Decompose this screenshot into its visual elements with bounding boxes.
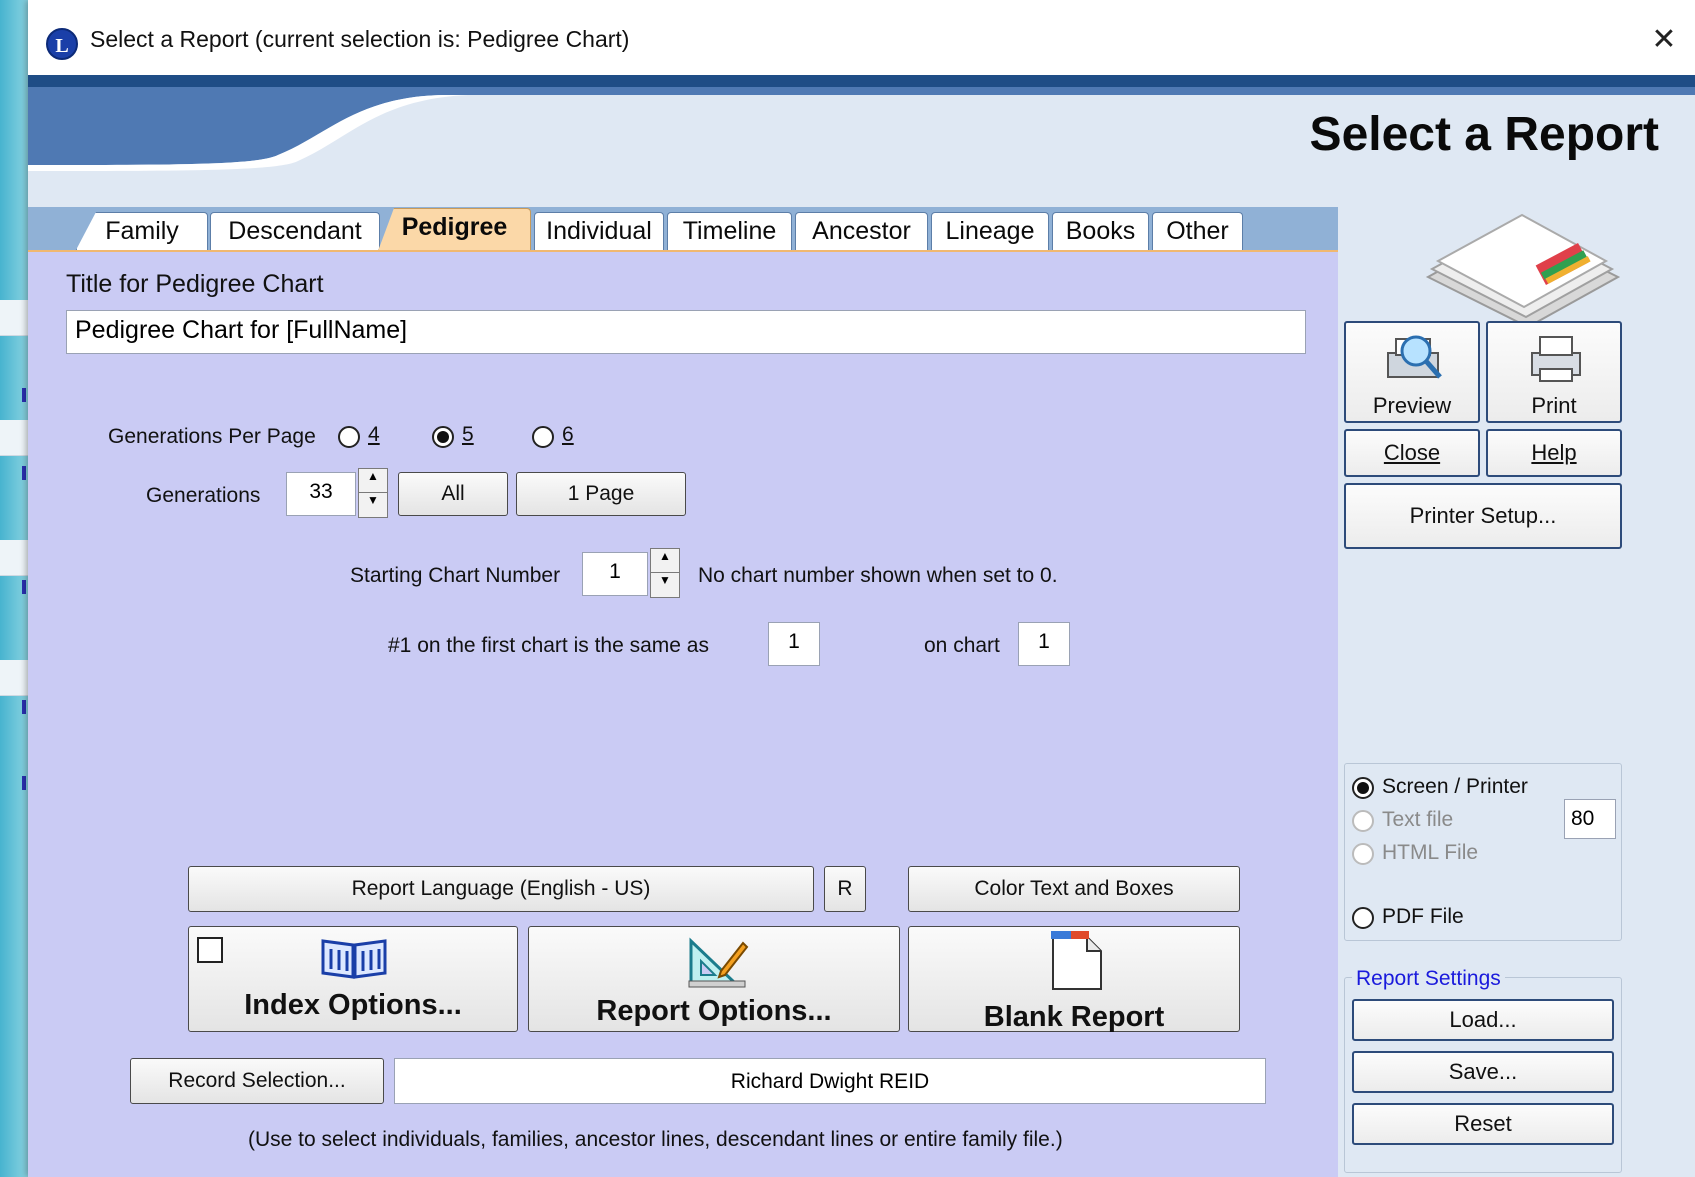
language-r-button[interactable]: R: [824, 866, 866, 912]
magnifier-printer-icon: [1387, 335, 1442, 379]
tab-books[interactable]: Books: [1052, 212, 1149, 250]
report-options-label: Report Options...: [596, 995, 832, 1027]
starting-chart-stepper[interactable]: ▲ ▼: [650, 548, 680, 598]
record-selection-hint: (Use to select individuals, families, an…: [248, 1128, 1063, 1151]
selected-person-display: Richard Dwight REID: [394, 1058, 1266, 1104]
title-field-label: Title for Pedigree Chart: [66, 270, 324, 298]
starting-chart-input[interactable]: 1: [582, 552, 648, 596]
tab-pedigree[interactable]: Pedigree: [378, 208, 531, 251]
background-mark: [22, 388, 26, 402]
text-file-label: Text file: [1382, 808, 1454, 831]
index-options-label: Index Options...: [244, 989, 462, 1021]
app-logo-icon: L: [46, 28, 78, 60]
background-row: [0, 420, 30, 456]
text-file-radio[interactable]: [1352, 810, 1374, 832]
first-chart-label: #1 on the first chart is the same as: [388, 634, 709, 657]
reports-stack-icon: [1425, 213, 1621, 329]
pedigree-options-panel: Title for Pedigree Chart Pedigree Chart …: [28, 250, 1338, 1177]
tab-timeline[interactable]: Timeline: [667, 212, 792, 250]
text-width-input[interactable]: 80: [1564, 799, 1616, 839]
chart-title-input[interactable]: Pedigree Chart for [FullName]: [66, 310, 1306, 354]
gen-per-page-6-label: 6: [562, 423, 574, 446]
gen-per-page-label: Generations Per Page: [108, 425, 316, 448]
color-text-boxes-button[interactable]: Color Text and Boxes: [908, 866, 1240, 912]
blank-report-button[interactable]: Blank Report: [908, 926, 1240, 1033]
help-label: Help: [1531, 440, 1577, 465]
starting-chart-note: No chart number shown when set to 0.: [698, 564, 1058, 587]
select-report-dialog: L Select a Report (current selection is:…: [28, 0, 1695, 1177]
background-mark: [22, 700, 26, 714]
printer-setup-button[interactable]: Printer Setup...: [1344, 483, 1622, 549]
first-chart-input[interactable]: 1: [768, 622, 820, 666]
background-mark: [22, 580, 26, 594]
tab-other[interactable]: Other: [1152, 212, 1243, 250]
generations-label: Generations: [146, 484, 261, 507]
printer-icon: [1531, 336, 1581, 382]
page-title: Select a Report: [1309, 108, 1659, 161]
gen-per-page-5-label: 5: [462, 423, 474, 446]
stepper-up-icon[interactable]: ▲: [651, 549, 679, 573]
report-language-button[interactable]: Report Language (English - US): [188, 866, 814, 912]
all-generations-button[interactable]: All: [398, 472, 508, 516]
help-button[interactable]: Help: [1486, 429, 1622, 477]
starting-chart-label: Starting Chart Number: [350, 564, 561, 587]
tab-descendant[interactable]: Descendant: [210, 212, 380, 250]
gen-per-page-4-label: 4: [368, 423, 380, 446]
preview-label: Preview: [1372, 393, 1452, 418]
pdf-file-label: PDF File: [1382, 905, 1464, 928]
book-icon: [321, 939, 387, 979]
tab-ancestor[interactable]: Ancestor: [795, 212, 928, 250]
report-settings-title: Report Settings: [1352, 967, 1505, 991]
background-row: [0, 660, 30, 696]
background-row: [0, 300, 30, 336]
background-app-strip: [0, 0, 30, 1177]
html-file-radio[interactable]: [1352, 843, 1374, 865]
tab-lineage[interactable]: Lineage: [931, 212, 1049, 250]
gen-per-page-4-radio[interactable]: [338, 426, 360, 448]
background-mark: [22, 466, 26, 480]
report-options-button[interactable]: Report Options...: [528, 926, 900, 1032]
tab-individual[interactable]: Individual: [534, 212, 664, 250]
screen-printer-label: Screen / Printer: [1382, 775, 1528, 798]
reset-settings-button[interactable]: Reset: [1352, 1103, 1614, 1145]
stepper-up-icon[interactable]: ▲: [359, 469, 387, 493]
record-selection-button[interactable]: Record Selection...: [130, 1058, 384, 1104]
window-title: Select a Report (current selection is: P…: [90, 26, 630, 52]
screen-printer-radio[interactable]: [1352, 777, 1374, 799]
title-bar: L Select a Report (current selection is:…: [28, 0, 1695, 75]
on-chart-label: on chart: [924, 634, 1000, 657]
background-row: [0, 540, 30, 576]
ruler-pencil-icon: [688, 937, 749, 988]
one-page-button[interactable]: 1 Page: [516, 472, 686, 516]
generations-stepper[interactable]: ▲ ▼: [358, 468, 388, 518]
background-mark: [22, 776, 26, 790]
gen-per-page-6-radio[interactable]: [532, 426, 554, 448]
index-options-button[interactable]: Index Options...: [188, 926, 518, 1032]
on-chart-input[interactable]: 1: [1018, 622, 1070, 666]
print-button[interactable]: Print: [1486, 321, 1622, 423]
pdf-file-radio[interactable]: [1352, 907, 1374, 929]
action-side-panel: Preview Print Close Help Printer Setup..…: [1338, 207, 1695, 1177]
save-settings-button[interactable]: Save...: [1352, 1051, 1614, 1093]
blank-page-icon: [1051, 931, 1102, 990]
blank-report-label: Blank Report: [983, 1001, 1165, 1033]
gen-per-page-5-radio[interactable]: [432, 426, 454, 448]
load-settings-button[interactable]: Load...: [1352, 999, 1614, 1041]
close-icon[interactable]: ✕: [1639, 18, 1689, 62]
header-banner: Select a Report: [28, 75, 1695, 220]
html-file-label: HTML File: [1382, 841, 1479, 864]
close-label: Close: [1383, 440, 1441, 465]
preview-button[interactable]: Preview: [1344, 321, 1480, 423]
print-label: Print: [1531, 393, 1577, 418]
tab-family[interactable]: Family: [76, 212, 208, 250]
close-button[interactable]: Close: [1344, 429, 1480, 477]
generations-input[interactable]: 33: [286, 472, 356, 516]
stepper-down-icon[interactable]: ▼: [651, 573, 679, 597]
stepper-down-icon[interactable]: ▼: [359, 493, 387, 517]
index-checkbox[interactable]: [197, 937, 223, 963]
